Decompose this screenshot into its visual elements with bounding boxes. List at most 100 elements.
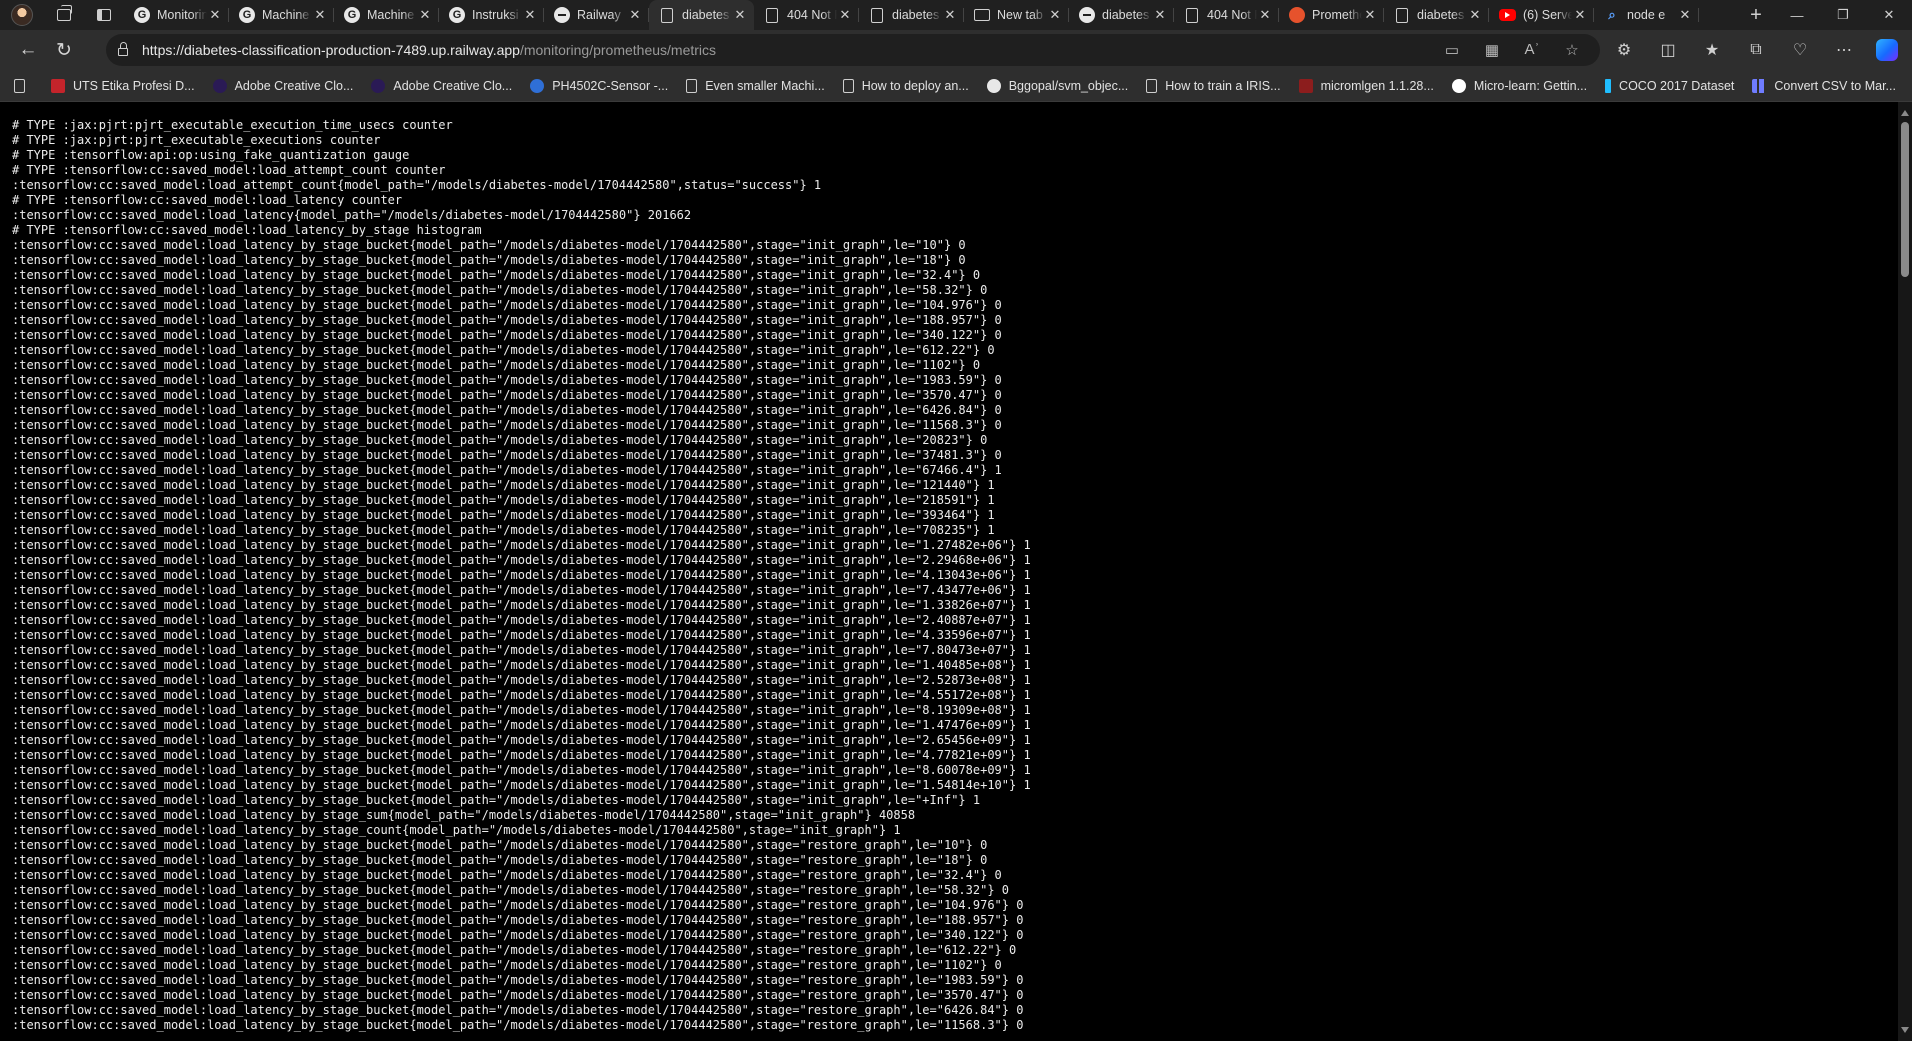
qr-code-icon[interactable]: ▦: [1472, 41, 1512, 59]
metric-line: :tensorflow:cc:saved_model:load_latency_…: [12, 943, 1017, 957]
tab-close-icon[interactable]: ✕: [207, 7, 223, 23]
tab-close-icon[interactable]: ✕: [522, 7, 538, 23]
tab-10[interactable]: 404 Not Found✕: [1174, 0, 1279, 30]
new-tab-button[interactable]: +: [1738, 0, 1774, 30]
tab-close-icon[interactable]: ✕: [1152, 7, 1168, 23]
refresh-button[interactable]: ↻: [46, 34, 82, 66]
tab-close-icon[interactable]: ✕: [732, 7, 748, 23]
bookmark-list: UTS Etika Profesi D... Adobe Creative Clo…: [14, 78, 1912, 93]
tab-1[interactable]: G Machine ✕: [229, 0, 334, 30]
g-icon: G: [449, 7, 465, 23]
bookmark-item[interactable]: [14, 78, 33, 93]
grid-icon: [1752, 78, 1767, 93]
tab-title: (6) Server: [1523, 8, 1572, 22]
extensions-icon[interactable]: ⚙: [1602, 40, 1646, 60]
restore-button[interactable]: ❐: [1820, 0, 1866, 30]
tab-close-icon[interactable]: ✕: [312, 7, 328, 23]
tab-12[interactable]: diabetes ✕: [1384, 0, 1489, 30]
tab-close-icon[interactable]: ✕: [1047, 7, 1063, 23]
tab-close-icon[interactable]: ✕: [1257, 7, 1273, 23]
address-actions: ▭ ▦ Aʾ ☆: [1432, 41, 1592, 59]
tab-14[interactable]: ⌕ node e ✕: [1594, 0, 1699, 30]
g-icon: G: [344, 7, 360, 23]
split-screen-icon[interactable]: ◫: [1646, 40, 1690, 60]
read-aloud-icon[interactable]: Aʾ: [1512, 41, 1552, 59]
metric-line: :tensorflow:cc:saved_model:load_latency_…: [12, 568, 1031, 582]
bookmark-item[interactable]: micromlgen 1.1.28...: [1298, 78, 1434, 93]
favorites-icon[interactable]: ★: [1690, 40, 1734, 60]
tab-0[interactable]: G Monitoring✕: [124, 0, 229, 30]
tab-13[interactable]: (6) Server✕: [1489, 0, 1594, 30]
tab-6[interactable]: 404 Not Found✕: [754, 0, 859, 30]
bookmark-item[interactable]: Adobe Creative Clo...: [371, 78, 512, 93]
collections-icon[interactable]: ⧉: [1734, 41, 1778, 59]
metric-line: :tensorflow:cc:saved_model:load_latency_…: [12, 658, 1031, 672]
bookmark-item[interactable]: PH4502C-Sensor -...: [530, 78, 669, 93]
tab-close-icon[interactable]: ✕: [627, 7, 643, 23]
tab-9[interactable]: diabetes ✕: [1069, 0, 1174, 30]
profile-button[interactable]: [0, 0, 44, 30]
scroll-down-arrow[interactable]: [1901, 1027, 1909, 1033]
scrollbar[interactable]: [1898, 102, 1912, 1041]
bookmark-item[interactable]: Even smaller Machi...: [686, 78, 825, 93]
back-button[interactable]: ←: [10, 34, 46, 66]
bookmark-item[interactable]: Micro-learn: Gettin...: [1451, 78, 1587, 93]
favorite-star-icon[interactable]: ☆: [1552, 41, 1592, 59]
tab-11[interactable]: Prometheus✕: [1279, 0, 1384, 30]
tab-close-icon[interactable]: ✕: [1362, 7, 1378, 23]
copilot-icon[interactable]: [1876, 39, 1898, 61]
metric-line: :tensorflow:cc:saved_model:load_latency_…: [12, 793, 981, 807]
workspaces-button[interactable]: [44, 0, 84, 30]
bookmark-item[interactable]: Bggopal/svm_objec...: [986, 78, 1128, 93]
tab-7[interactable]: diabetes ✕: [859, 0, 964, 30]
bookmark-label: PH4502C-Sensor -...: [552, 78, 669, 93]
app-available-icon[interactable]: ▭: [1432, 41, 1472, 59]
bookmark-item[interactable]: How to train a IRIS...: [1146, 78, 1281, 93]
tab-8[interactable]: New tab ✕: [964, 0, 1069, 30]
performance-icon[interactable]: ♡: [1778, 40, 1822, 60]
metric-line: :tensorflow:cc:saved_model:load_latency_…: [12, 433, 988, 447]
url-host: https://diabetes-classification-producti…: [142, 42, 520, 58]
metric-line: :tensorflow:cc:saved_model:load_latency_…: [12, 538, 1031, 552]
page-icon: [1146, 78, 1158, 93]
bookmark-item[interactable]: UTS Etika Profesi D...: [51, 78, 195, 93]
metric-line: :tensorflow:cc:saved_model:load_latency_…: [12, 298, 1002, 312]
youtube-icon: [1499, 9, 1516, 21]
metric-line: # TYPE :jax:pjrt:pjrt_executable_executi…: [12, 118, 453, 132]
scrollbar-thumb[interactable]: [1901, 122, 1909, 277]
metric-line: :tensorflow:cc:saved_model:load_latency_…: [12, 838, 988, 852]
tab-5[interactable]: diabetes ✕: [649, 0, 754, 30]
tab-4[interactable]: Railway ✕: [544, 0, 649, 30]
metric-line: :tensorflow:cc:saved_model:load_latency_…: [12, 238, 966, 252]
prometheus-icon: [1289, 7, 1305, 23]
tab-close-icon[interactable]: ✕: [942, 7, 958, 23]
address-bar[interactable]: https://diabetes-classification-producti…: [106, 34, 1600, 66]
bookmark-label: COCO 2017 Dataset: [1619, 78, 1735, 93]
close-window-button[interactable]: ✕: [1866, 0, 1912, 30]
bookmark-item[interactable]: How to deploy an...: [842, 78, 969, 93]
url-path: /monitoring/prometheus/metrics: [519, 42, 717, 58]
toolbar-right: ⚙ ◫ ★ ⧉ ♡ ⋯: [1602, 30, 1912, 70]
minimize-button[interactable]: —: [1774, 0, 1820, 30]
metric-line: :tensorflow:cc:saved_model:load_latency_…: [12, 403, 1002, 417]
bookmark-item[interactable]: Convert CSV to Mar...: [1752, 78, 1896, 93]
tab-close-icon[interactable]: ✕: [1467, 7, 1483, 23]
bookmark-item[interactable]: COCO 2017 Dataset: [1605, 78, 1735, 93]
tab-close-icon[interactable]: ✕: [837, 7, 853, 23]
tab-close-icon[interactable]: ✕: [1572, 7, 1588, 23]
newtab-icon: [974, 9, 990, 21]
scroll-up-arrow[interactable]: [1901, 110, 1909, 116]
red-icon: [51, 78, 65, 93]
tab-3[interactable]: G Instruksi ✕: [439, 0, 544, 30]
tab-close-icon[interactable]: ✕: [1677, 7, 1693, 23]
tab-2[interactable]: G Machine ✕: [334, 0, 439, 30]
metric-line: :tensorflow:cc:saved_model:load_attempt_…: [12, 178, 822, 192]
metric-line: :tensorflow:cc:saved_model:load_latency_…: [12, 523, 995, 537]
g-icon: G: [134, 7, 150, 23]
metric-line: :tensorflow:cc:saved_model:load_latency_…: [12, 373, 1002, 387]
more-menu-icon[interactable]: ⋯: [1822, 40, 1866, 60]
metric-line: # TYPE :tensorflow:cc:saved_model:load_l…: [12, 223, 482, 237]
vertical-tabs-button[interactable]: [84, 0, 124, 30]
tab-close-icon[interactable]: ✕: [417, 7, 433, 23]
bookmark-item[interactable]: Adobe Creative Clo...: [212, 78, 353, 93]
